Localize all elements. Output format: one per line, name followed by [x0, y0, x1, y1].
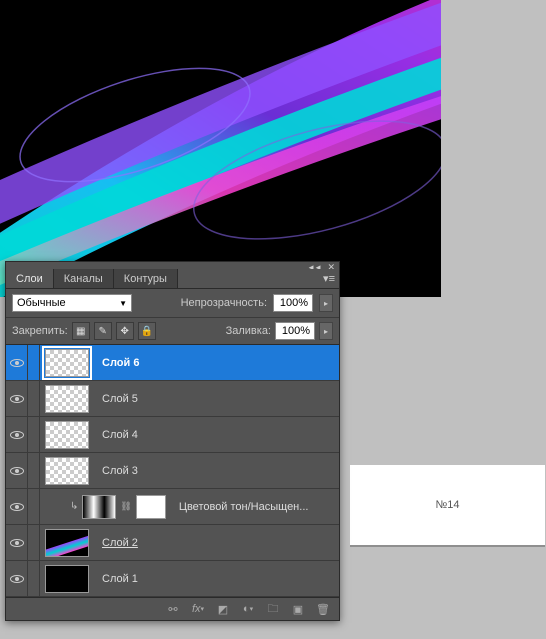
link-column[interactable]: [28, 525, 40, 560]
fill-label: Заливка:: [226, 325, 271, 337]
eye-icon: [10, 575, 24, 583]
layer-name[interactable]: Слой 3: [94, 465, 339, 477]
layer-thumbnail[interactable]: [45, 565, 89, 593]
link-column[interactable]: [28, 381, 40, 416]
visibility-toggle[interactable]: [6, 453, 28, 488]
adjustment-layer-icon[interactable]: ◐▾: [240, 601, 256, 617]
layer-thumbnail[interactable]: [45, 457, 89, 485]
fill-input[interactable]: 100%: [275, 322, 315, 340]
chain-link-icon[interactable]: ⛓: [120, 501, 131, 512]
layer-name[interactable]: Слой 5: [94, 393, 339, 405]
lock-transparency-icon[interactable]: ▦: [72, 322, 90, 340]
layer-name[interactable]: Слой 2: [94, 537, 339, 549]
new-group-icon[interactable]: 🗀: [265, 601, 281, 617]
link-column[interactable]: [28, 453, 40, 488]
visibility-toggle[interactable]: [6, 381, 28, 416]
document-label: №14: [350, 465, 545, 545]
lock-fill-row: Закрепить: ▦ ✎ ✥ 🔒 Заливка: 100% ▸: [6, 318, 339, 345]
add-mask-icon[interactable]: ◩: [215, 601, 231, 617]
blend-mode-select[interactable]: Обычные ▼: [12, 294, 132, 312]
layer-row-6[interactable]: Слой 6: [6, 345, 339, 381]
layer-row-5[interactable]: Слой 5: [6, 381, 339, 417]
opacity-label: Непрозрачность:: [181, 297, 267, 309]
delete-layer-icon[interactable]: 🗑: [315, 601, 331, 617]
layer-list: Слой 6 Слой 5 Слой 4 Слой 3 ↳: [6, 345, 339, 597]
layer-thumbnail[interactable]: [45, 349, 89, 377]
lock-label: Закрепить:: [12, 325, 68, 337]
panel-footer: ⚯ fx▾ ◩ ◐▾ 🗀 ▣ 🗑: [6, 597, 339, 620]
eye-icon: [10, 539, 24, 547]
opacity-flyout-button[interactable]: ▸: [319, 294, 333, 312]
clip-indicator-icon: ↳: [70, 501, 78, 512]
layer-style-icon[interactable]: fx▾: [190, 601, 206, 617]
mask-thumbnail[interactable]: [136, 495, 166, 519]
layer-row-1[interactable]: Слой 1: [6, 561, 339, 597]
layer-name[interactable]: Слой 1: [94, 573, 339, 585]
workspace-background: [350, 545, 545, 625]
artwork-preview: [0, 0, 441, 297]
layer-thumbnail[interactable]: [45, 385, 89, 413]
layer-row-3[interactable]: Слой 3: [6, 453, 339, 489]
fill-flyout-button[interactable]: ▸: [319, 322, 333, 340]
opacity-input[interactable]: 100%: [273, 294, 313, 312]
layers-panel: ◄◄ ✕ Слои Каналы Контуры ▾≡ Обычные ▼ Не…: [5, 261, 340, 621]
visibility-toggle[interactable]: [6, 561, 28, 596]
eye-icon: [10, 395, 24, 403]
layer-name[interactable]: Цветовой тон/Насыщен...: [171, 501, 339, 513]
lock-position-icon[interactable]: ✥: [116, 322, 134, 340]
link-column[interactable]: [28, 489, 40, 524]
tab-channels[interactable]: Каналы: [54, 269, 114, 288]
layer-row-4[interactable]: Слой 4: [6, 417, 339, 453]
lock-all-icon[interactable]: 🔒: [138, 322, 156, 340]
visibility-toggle[interactable]: [6, 345, 28, 380]
layer-name[interactable]: Слой 4: [94, 429, 339, 441]
dropdown-caret-icon: ▼: [119, 299, 127, 308]
layer-name[interactable]: Слой 6: [94, 357, 339, 369]
tab-paths[interactable]: Контуры: [114, 269, 178, 288]
adjustment-thumbnail[interactable]: [82, 495, 116, 519]
lock-pixels-icon[interactable]: ✎: [94, 322, 112, 340]
layer-thumbnail[interactable]: [45, 421, 89, 449]
layer-thumbnail[interactable]: [45, 529, 89, 557]
visibility-toggle[interactable]: [6, 525, 28, 560]
blend-mode-value: Обычные: [17, 297, 66, 309]
panel-titlebar[interactable]: ◄◄ ✕: [6, 262, 339, 269]
link-column[interactable]: [28, 561, 40, 596]
eye-icon: [10, 359, 24, 367]
eye-icon: [10, 503, 24, 511]
visibility-toggle[interactable]: [6, 489, 28, 524]
eye-icon: [10, 431, 24, 439]
layer-row-adjustment[interactable]: ↳ ⛓ Цветовой тон/Насыщен...: [6, 489, 339, 525]
document-number: №14: [435, 499, 459, 511]
eye-icon: [10, 467, 24, 475]
link-layers-icon[interactable]: ⚯: [165, 601, 181, 617]
visibility-toggle[interactable]: [6, 417, 28, 452]
canvas-area: [0, 0, 546, 300]
panel-tabs: Слои Каналы Контуры ▾≡: [6, 269, 339, 289]
new-layer-icon[interactable]: ▣: [290, 601, 306, 617]
blend-opacity-row: Обычные ▼ Непрозрачность: 100% ▸: [6, 289, 339, 318]
link-column[interactable]: [28, 417, 40, 452]
panel-menu-icon[interactable]: ▾≡: [323, 272, 335, 285]
tab-layers[interactable]: Слои: [6, 269, 54, 288]
layer-row-2[interactable]: Слой 2: [6, 525, 339, 561]
link-column[interactable]: [28, 345, 40, 380]
